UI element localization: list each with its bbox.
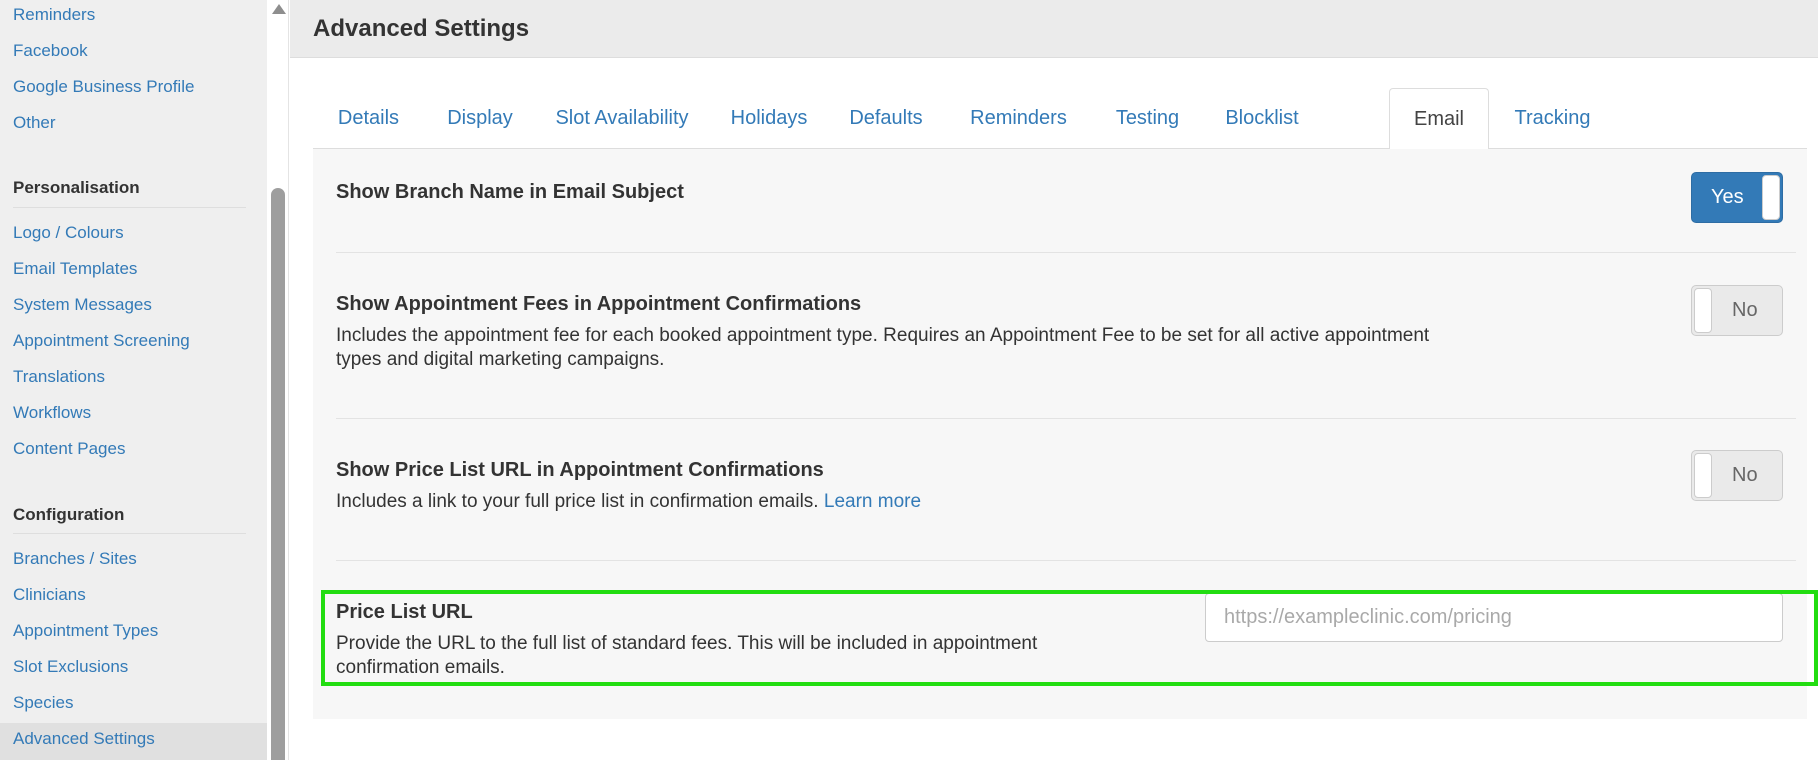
tab-holidays[interactable]: Holidays [708,88,830,149]
sidebar-item-email-templates[interactable]: Email Templates [13,259,137,279]
toggle-label: No [1732,299,1758,321]
sidebar-item-appointment-types[interactable]: Appointment Types [13,621,158,641]
price-list-url-setting-title: Price List URL [336,601,473,623]
sidebar-item-content-pages[interactable]: Content Pages [13,439,125,459]
toggle-knob [1762,175,1780,220]
tab-blocklist[interactable]: Blocklist [1200,88,1324,149]
sidebar-item-system-messages[interactable]: System Messages [13,295,152,315]
row-divider [336,252,1796,253]
sidebar-item-google-business-profile[interactable]: Google Business Profile [13,77,194,97]
sidebar-scrollbar[interactable] [267,0,289,760]
tab-tracking[interactable]: Tracking [1489,88,1616,149]
price-list-url-setting-description: Provide the URL to the full list of stan… [336,633,1038,678]
settings-tabs: Details Display Slot Availability Holida… [313,88,1807,150]
tab-email[interactable]: Email [1389,88,1489,150]
tab-slot-availability[interactable]: Slot Availability [536,88,708,149]
toggle-label: No [1732,464,1758,486]
scrollbar-thumb[interactable] [271,188,285,760]
sidebar-item-workflows[interactable]: Workflows [13,403,91,423]
sidebar-item-slot-exclusions[interactable]: Slot Exclusions [13,657,128,677]
price-list-url-input[interactable] [1205,593,1783,642]
sidebar-heading-personalisation: Personalisation [13,178,140,197]
appointment-fees-setting-title: Show Appointment Fees in Appointment Con… [336,293,862,315]
tab-defaults[interactable]: Defaults [830,88,942,149]
sidebar-heading-configuration: Configuration [13,505,125,524]
scroll-up-arrow-icon[interactable] [272,4,286,14]
price-list-url-toggle[interactable]: No [1691,450,1783,501]
sidebar-item-branches-sites[interactable]: Branches / Sites [13,549,137,569]
branch-name-setting-title: Show Branch Name in Email Subject [336,181,684,203]
appointment-fees-toggle[interactable]: No [1691,285,1783,336]
appointment-fees-setting-description: Includes the appointment fee for each bo… [336,325,1430,370]
price-list-toggle-setting-description: Includes a link to your full price list … [336,490,921,514]
sidebar-item-clinicians[interactable]: Clinicians [13,585,86,605]
sidebar-divider [13,533,246,534]
row-divider [336,560,1796,561]
toggle-knob [1694,288,1712,333]
tab-testing[interactable]: Testing [1095,88,1200,149]
page-header: Advanced Settings [290,0,1818,58]
page-title: Advanced Settings [313,15,530,42]
sidebar: Reminders Facebook Google Business Profi… [0,0,267,760]
branch-name-toggle[interactable]: Yes [1691,172,1783,223]
tab-details[interactable]: Details [313,88,424,149]
sidebar-divider [13,207,246,208]
sidebar-item-reminders[interactable]: Reminders [13,5,95,25]
sidebar-item-other[interactable]: Other [13,113,56,133]
tab-display[interactable]: Display [424,88,536,149]
sidebar-item-species[interactable]: Species [13,693,73,713]
price-list-toggle-setting-title: Show Price List URL in Appointment Confi… [336,459,824,481]
sidebar-item-advanced-settings[interactable]: Advanced Settings [13,729,155,749]
tab-reminders[interactable]: Reminders [942,88,1095,149]
sidebar-item-logo-colours[interactable]: Logo / Colours [13,223,124,243]
toggle-label: Yes [1711,186,1744,208]
sidebar-item-appointment-screening[interactable]: Appointment Screening [13,331,190,351]
learn-more-link[interactable]: Learn more [824,491,921,512]
price-list-toggle-description-text: Includes a link to your full price list … [336,491,819,512]
sidebar-item-translations[interactable]: Translations [13,367,105,387]
sidebar-item-facebook[interactable]: Facebook [13,41,88,61]
row-divider [336,418,1796,419]
toggle-knob [1694,453,1712,498]
